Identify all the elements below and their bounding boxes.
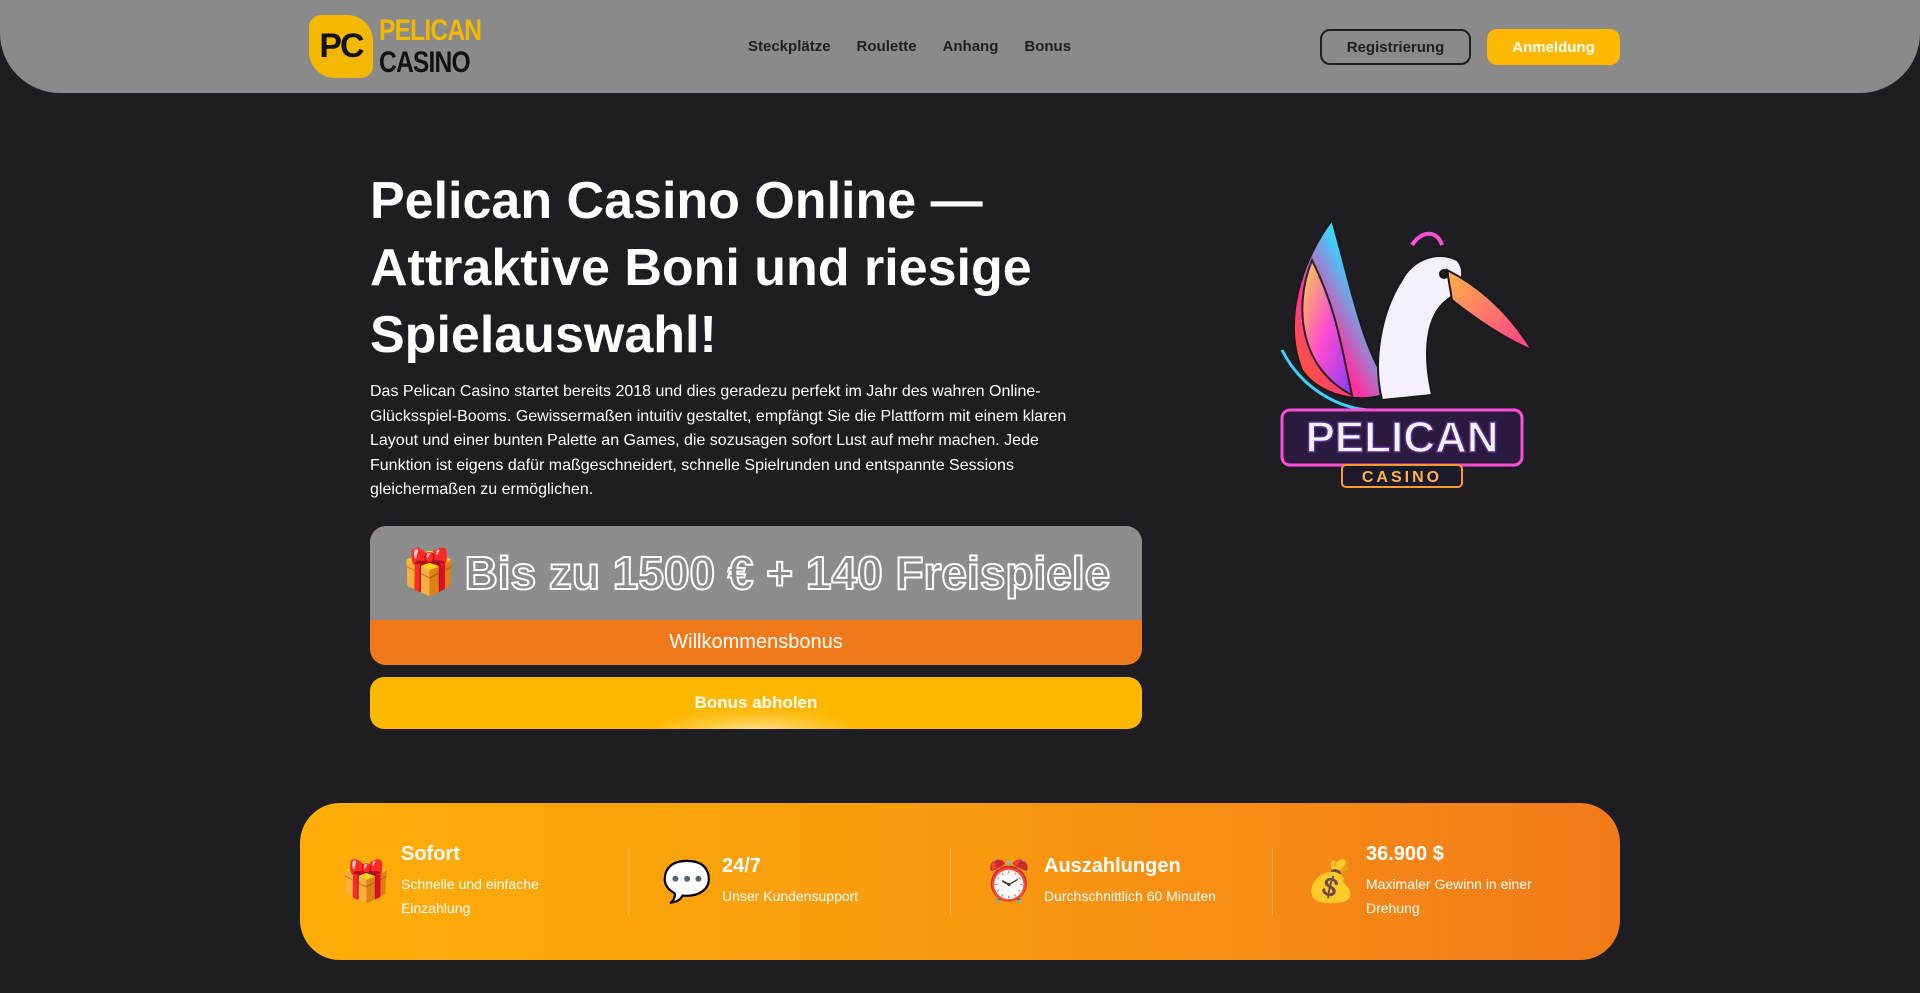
logo-line-2: CASINO [379, 45, 471, 79]
nav-item-attachment[interactable]: Anhang [943, 38, 999, 55]
alarm-clock-icon: ⏰ [984, 860, 1034, 904]
stat-divider [1272, 848, 1273, 915]
stat-divider [628, 848, 629, 915]
welcome-bonus-card: 🎁 Bis zu 1500 € + 140 Freispiele Willkom… [370, 526, 1142, 665]
stat-deposit: 🎁 Sofort Schnelle und einfache Einzahlun… [341, 803, 561, 960]
logo-badge: PC [309, 15, 373, 78]
stat-title: Sofort [401, 843, 460, 865]
bonus-subtitle: Willkommensbonus [669, 631, 843, 653]
bonus-headline-panel: 🎁 Bis zu 1500 € + 140 Freispiele [370, 526, 1142, 620]
chat-icon: 💬 [662, 860, 712, 904]
mascot-wordmark: PELICAN [1305, 413, 1498, 462]
stat-support: 💬 24/7 Unser Kundensupport [662, 803, 859, 960]
feature-stats-bar: 🎁 Sofort Schnelle und einfache Einzahlun… [300, 803, 1620, 960]
stat-max-win: 💰 36.900 $ Maximaler Gewinn in einer Dre… [1306, 803, 1546, 960]
pelican-mascot-logo: PELICAN CASINO [1280, 217, 1535, 488]
gift-icon: 🎁 [401, 548, 457, 597]
site-header: PC PELICAN CASINO Steckplätze Roulette A… [0, 0, 1920, 93]
nav-item-slots[interactable]: Steckplätze [748, 38, 831, 55]
stat-divider [950, 848, 951, 915]
site-logo[interactable]: PC PELICAN CASINO [309, 15, 504, 78]
bonus-headline: Bis zu 1500 € + 140 Freispiele [464, 546, 1112, 600]
coin-stack-icon: 💰 [1306, 860, 1356, 904]
hero-title: Pelican Casino Online — Attraktive Boni … [370, 172, 1032, 364]
stat-title: Auszahlungen [1044, 855, 1181, 877]
main-nav: Steckplätze Roulette Anhang Bonus [748, 38, 1071, 55]
nav-item-roulette[interactable]: Roulette [857, 38, 917, 55]
register-button[interactable]: Registrierung [1320, 29, 1471, 65]
stat-title: 36.900 $ [1366, 843, 1444, 865]
nav-item-bonus[interactable]: Bonus [1024, 38, 1071, 55]
gift-icon: 🎁 [341, 860, 391, 904]
claim-bonus-button[interactable]: Bonus abholen [370, 677, 1142, 729]
logo-wordmark: PELICAN CASINO [379, 13, 504, 79]
stat-title: 24/7 [722, 855, 761, 877]
stat-description: Schnelle und einfache Einzahlung [401, 876, 539, 916]
stat-description: Unser Kundensupport [722, 888, 859, 904]
stat-payouts: ⏰ Auszahlungen Durchschnittlich 60 Minut… [984, 803, 1216, 960]
stat-description: Maximaler Gewinn in einer Drehung [1366, 876, 1532, 916]
logo-line-1: PELICAN [379, 13, 482, 47]
hero-description: Das Pelican Casino startet bereits 2018 … [370, 383, 1067, 498]
stat-description: Durchschnittlich 60 Minuten [1044, 888, 1216, 904]
login-button[interactable]: Anmeldung [1487, 29, 1620, 65]
mascot-sub-wordmark: CASINO [1362, 469, 1442, 486]
